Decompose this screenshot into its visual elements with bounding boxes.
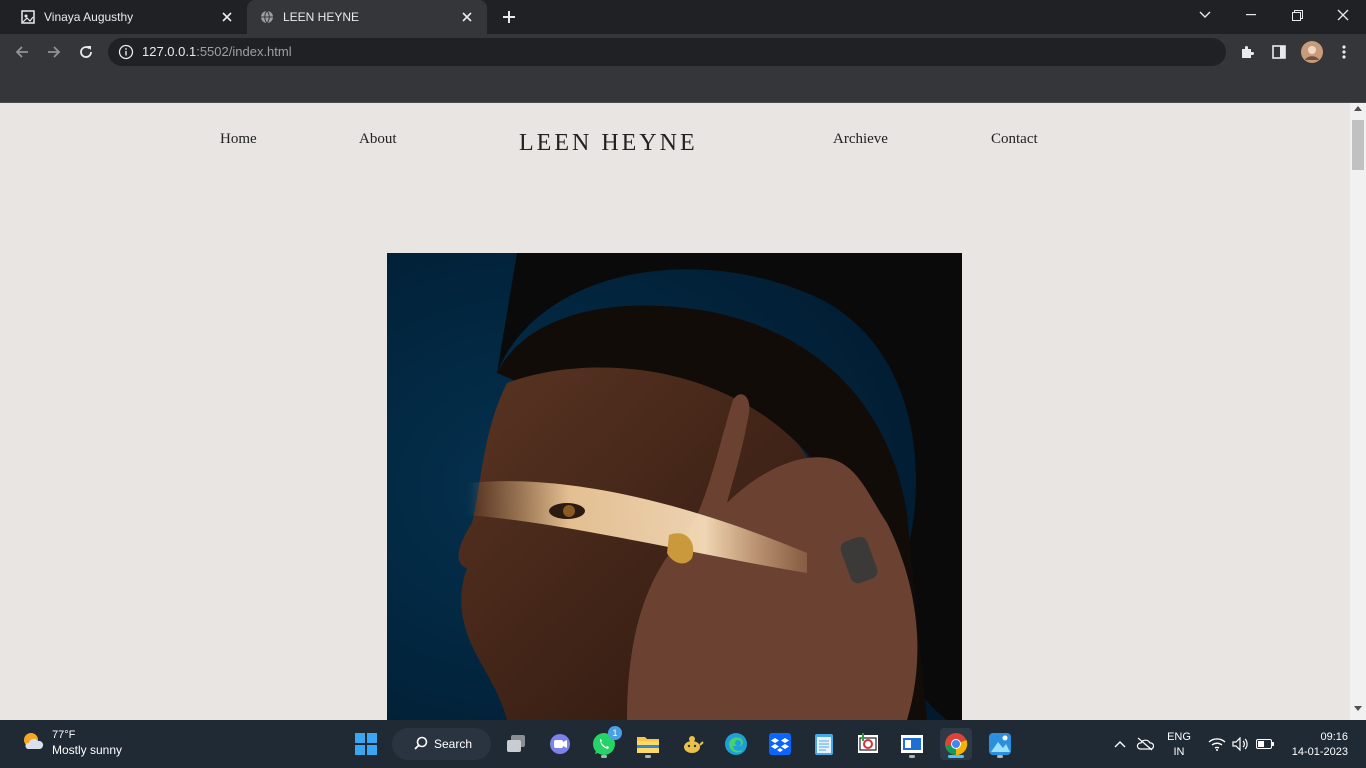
weather-temperature: 77°F (52, 729, 76, 741)
scrollbar-thumb[interactable] (1352, 120, 1364, 170)
running-indicator (601, 755, 607, 758)
tab-search-chevron-down-icon[interactable] (1182, 0, 1228, 30)
teapot-app-icon[interactable] (676, 728, 708, 760)
presentation-app-icon[interactable] (896, 728, 928, 760)
language-indicator[interactable]: ENG IN (1163, 730, 1195, 760)
page-scrollbar[interactable] (1350, 103, 1366, 720)
new-tab-button[interactable] (498, 6, 520, 28)
search-label: Search (434, 737, 473, 751)
nav-archieve-link[interactable]: Archieve (833, 131, 888, 148)
scroll-down-arrow-icon[interactable] (1350, 706, 1366, 718)
tab-vinaya-augusthy[interactable]: Vinaya Augusthy (8, 0, 247, 34)
web-page: Home About LEEN HEYNE Archieve Contact (0, 103, 1350, 720)
site-logo[interactable]: LEEN HEYNE (519, 130, 698, 157)
photos-app-icon[interactable] (984, 728, 1016, 760)
menu-kebab-icon[interactable] (1332, 40, 1356, 64)
side-panel-icon[interactable] (1267, 40, 1291, 64)
windows-taskbar: 77°F Mostly sunny Search 1 ENG IN 09:16 … (0, 720, 1366, 768)
windows-start-icon[interactable] (350, 728, 382, 760)
hero-image (387, 253, 962, 720)
search-icon (414, 736, 434, 753)
globe-icon (259, 9, 275, 25)
close-tab-icon[interactable] (219, 9, 235, 25)
wifi-icon[interactable] (1206, 728, 1228, 760)
running-indicator (645, 755, 651, 758)
restore-icon[interactable] (1274, 0, 1320, 30)
running-indicator (948, 755, 964, 758)
language-code: ENG (1167, 731, 1191, 743)
file-explorer-icon[interactable] (632, 728, 664, 760)
battery-icon[interactable] (1254, 728, 1276, 760)
site-favicon-icon (20, 9, 36, 25)
dropbox-icon[interactable] (764, 728, 796, 760)
system-clock[interactable]: 09:16 14-01-2023 (1282, 730, 1354, 760)
browser-tabstrip: Vinaya Augusthy LEEN HEYNE (0, 0, 1366, 34)
snipping-tool-icon[interactable] (852, 728, 884, 760)
url-host: 127.0.0.1 (142, 44, 197, 59)
reload-icon[interactable] (74, 40, 98, 64)
scroll-up-arrow-icon[interactable] (1350, 105, 1366, 117)
clock-time: 09:16 (1320, 731, 1348, 743)
tab-title: Vinaya Augusthy (44, 10, 134, 24)
notepad-icon[interactable] (808, 728, 840, 760)
close-tab-icon[interactable] (459, 9, 475, 25)
site-info-icon[interactable] (118, 44, 134, 64)
tab-leen-heyne[interactable]: LEEN HEYNE (247, 0, 487, 34)
nav-home-link[interactable]: Home (220, 131, 257, 148)
weather-description: Mostly sunny (52, 743, 123, 757)
onedrive-offline-icon[interactable] (1133, 728, 1157, 760)
minimize-icon[interactable] (1228, 0, 1274, 30)
nav-contact-link[interactable]: Contact (991, 131, 1038, 148)
back-arrow-icon[interactable] (10, 40, 34, 64)
url-path: :5502/index.html (196, 44, 292, 59)
tab-title: LEEN HEYNE (283, 10, 360, 24)
notification-badge: 1 (608, 726, 622, 740)
profile-avatar[interactable] (1300, 40, 1324, 64)
nav-about-link[interactable]: About (359, 131, 397, 148)
partly-sunny-icon (20, 729, 44, 757)
teams-chat-icon[interactable] (544, 728, 576, 760)
forward-arrow-icon[interactable] (42, 40, 66, 64)
chrome-browser-icon[interactable] (940, 728, 972, 760)
extensions-puzzle-icon[interactable] (1235, 40, 1259, 64)
task-view-icon[interactable] (500, 728, 532, 760)
running-indicator (997, 755, 1003, 758)
weather-widget[interactable]: 77°F Mostly sunny (20, 728, 122, 758)
region-code: IN (1173, 746, 1185, 758)
edge-browser-icon[interactable] (720, 728, 752, 760)
bookmark-bar (0, 70, 1366, 103)
volume-icon[interactable] (1230, 728, 1252, 760)
whatsapp-icon[interactable]: 1 (588, 726, 622, 760)
taskbar-search-button[interactable]: Search (392, 728, 491, 760)
close-window-icon[interactable] (1320, 0, 1366, 30)
clock-date: 14-01-2023 (1291, 746, 1348, 758)
running-indicator (909, 755, 915, 758)
show-hidden-icons-chevron-up-icon[interactable] (1108, 728, 1132, 760)
address-url: 127.0.0.1:5502/index.html (142, 44, 292, 59)
